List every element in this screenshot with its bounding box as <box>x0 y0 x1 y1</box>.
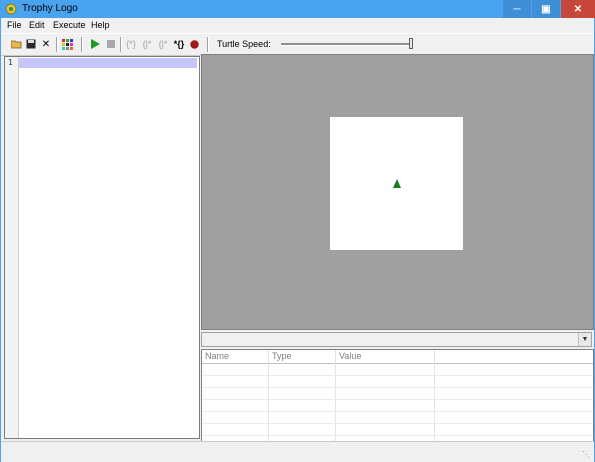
minimize-button[interactable]: ─ <box>503 0 531 18</box>
title-bar[interactable]: Trophy Logo ─ ▣ ✕ <box>0 0 595 18</box>
toolbar-separator <box>207 37 209 52</box>
client-area: File Edit Execute Help ✕ {*} {|* {|* *{}… <box>1 18 594 462</box>
variables-header: Name Type Value <box>202 350 593 364</box>
turtle-speed-label: Turtle Speed: <box>217 39 271 49</box>
dropdown-button[interactable]: ▼ <box>578 333 591 346</box>
menu-execute[interactable]: Execute <box>53 20 86 30</box>
close-window-button[interactable]: ✕ <box>561 0 595 18</box>
record-button[interactable] <box>187 37 201 51</box>
toolbar-separator <box>120 37 122 52</box>
record-icon <box>189 39 199 49</box>
turtle-speed-slider[interactable] <box>279 38 414 50</box>
status-bar: ⋱ <box>1 441 594 462</box>
menu-help[interactable]: Help <box>91 20 110 30</box>
current-line-highlight <box>19 58 197 68</box>
step-into-icon: {*} <box>126 39 136 49</box>
table-row <box>202 387 593 388</box>
menu-bar: File Edit Execute Help <box>1 18 594 32</box>
menu-file[interactable]: File <box>7 20 22 30</box>
resize-grip-icon[interactable]: ⋱ <box>582 450 592 460</box>
minimize-icon: ─ <box>513 3 521 15</box>
maximize-icon: ▣ <box>541 3 551 15</box>
color-grid-icon <box>61 38 73 50</box>
stop-button[interactable] <box>104 37 118 51</box>
toolbar-separator <box>56 37 58 52</box>
table-row <box>202 399 593 400</box>
save-icon <box>26 39 36 49</box>
close-file-button[interactable]: ✕ <box>39 37 53 51</box>
color-grid-button[interactable] <box>60 37 74 51</box>
variable-scope-dropdown[interactable]: ▼ <box>201 332 592 347</box>
stop-icon <box>107 40 115 48</box>
close-icon: ✕ <box>573 3 583 15</box>
run-icon <box>90 39 100 49</box>
table-row <box>202 435 593 436</box>
turtle-canvas <box>330 117 463 250</box>
turtle-icon <box>393 179 401 188</box>
slider-track <box>281 43 409 46</box>
code-editor[interactable]: 1 <box>4 56 200 439</box>
app-window: Trophy Logo ─ ▣ ✕ File Edit Execute Help… <box>0 0 595 462</box>
table-row <box>202 411 593 412</box>
line-number-gutter: 1 <box>5 57 19 438</box>
step-out-icon: {|* <box>158 39 168 49</box>
run-button[interactable] <box>88 37 102 51</box>
app-logo-icon <box>5 3 17 15</box>
close-file-icon: ✕ <box>41 38 51 50</box>
step-into-button[interactable]: {*} <box>124 37 138 51</box>
open-icon <box>10 40 21 49</box>
save-button[interactable] <box>24 37 38 51</box>
window-title: Trophy Logo <box>22 3 78 14</box>
step-out-button[interactable]: {|* <box>156 37 170 51</box>
slider-thumb[interactable] <box>409 38 413 49</box>
toolbar-separator <box>81 37 83 52</box>
toolbar: ✕ {*} {|* {|* *{} Turtle Speed: <box>1 33 594 56</box>
table-row <box>202 375 593 376</box>
chevron-down-icon: ▼ <box>581 336 589 343</box>
turtle-canvas-area[interactable] <box>201 54 594 330</box>
column-header-value[interactable]: Value <box>339 351 361 361</box>
open-button[interactable] <box>9 37 23 51</box>
step-brace-button[interactable]: *{} <box>172 37 186 51</box>
line-number: 1 <box>8 58 13 67</box>
table-row <box>202 423 593 424</box>
maximize-button[interactable]: ▣ <box>532 0 560 18</box>
step-brace-icon: *{} <box>173 39 185 49</box>
step-over-icon: {|* <box>142 39 152 49</box>
step-over-button[interactable]: {|* <box>140 37 154 51</box>
menu-edit[interactable]: Edit <box>29 20 45 30</box>
column-header-type[interactable]: Type <box>272 351 292 361</box>
column-header-name[interactable]: Name <box>205 351 229 361</box>
